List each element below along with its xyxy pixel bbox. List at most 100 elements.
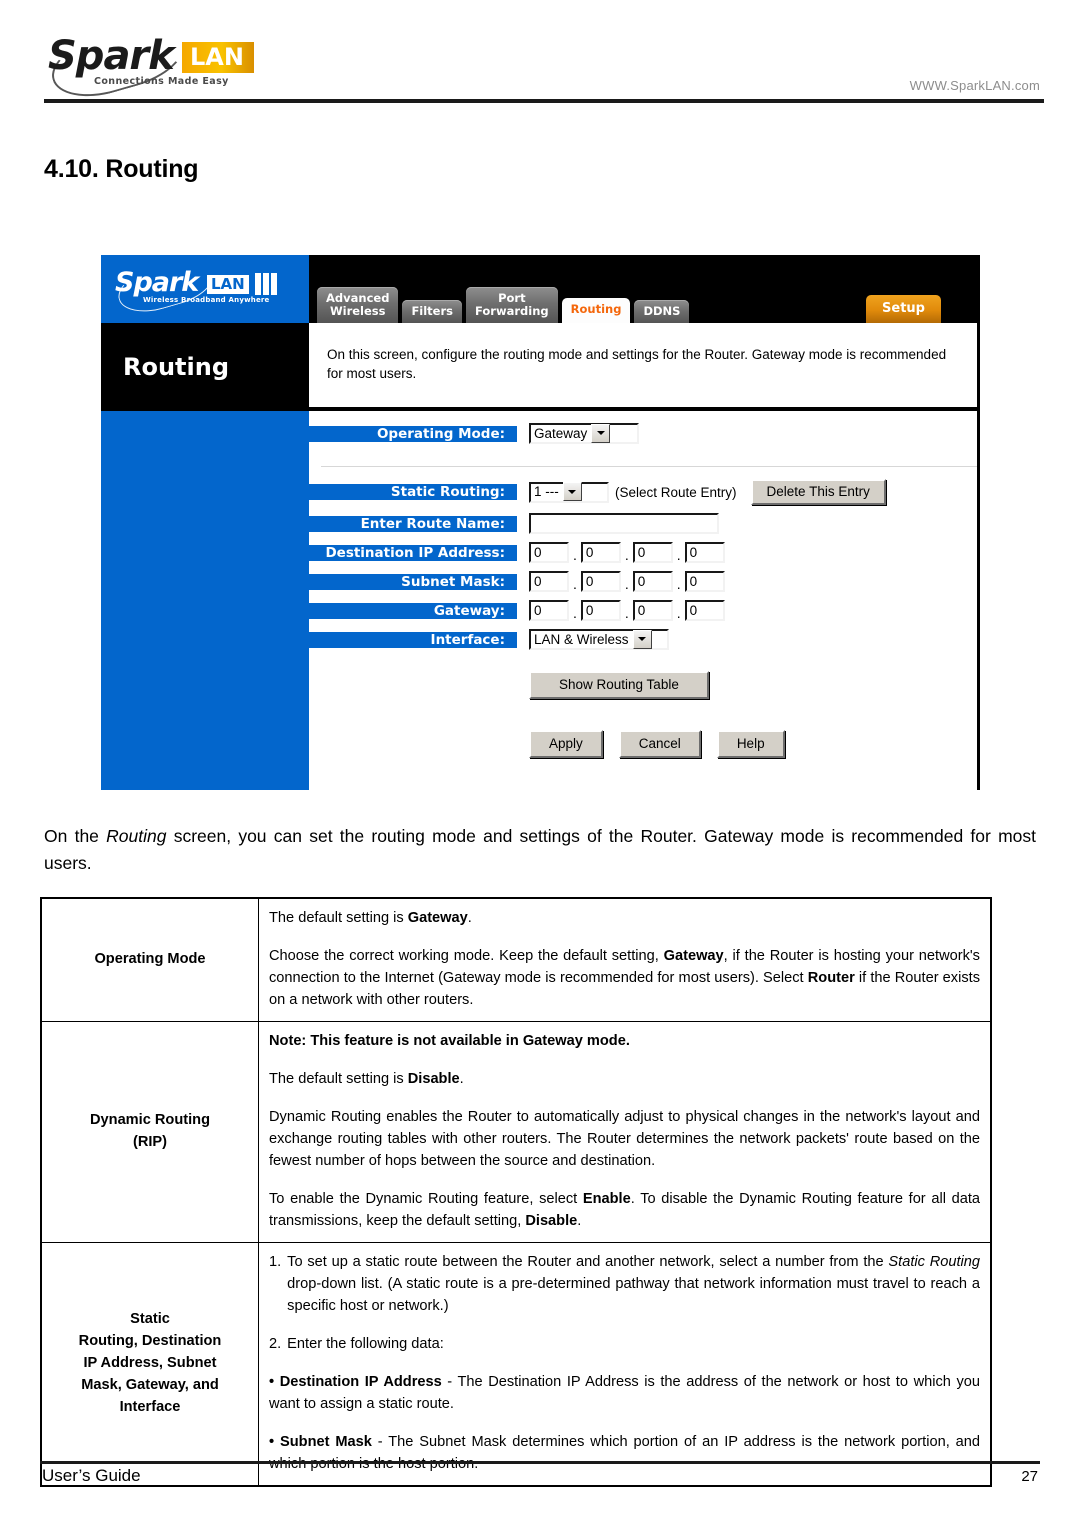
tab-advanced-wireless[interactable]: Advanced Wireless <box>317 287 399 323</box>
tab-routing[interactable]: Routing <box>561 297 631 323</box>
destination-ip-label: Destination IP Address: <box>309 544 517 561</box>
text-segment: Note: This feature is not available in G… <box>269 1033 630 1049</box>
tab-port-forwarding[interactable]: Port Forwarding <box>466 287 558 323</box>
row-operating-mode: Operating Mode: Gateway <box>309 423 977 444</box>
numbered-item: 1. To set up a static route between the R… <box>269 1251 980 1317</box>
term-static-routing: Static Routing, Destination IP Address, Su… <box>40 1242 259 1487</box>
router-page-description: On this screen, configure the routing mo… <box>309 323 977 411</box>
route-name-input[interactable] <box>529 513 719 534</box>
delete-this-entry-button[interactable]: Delete This Entry <box>750 479 886 505</box>
router-left-panel <box>101 411 309 790</box>
paragraph: Note: This feature is not available in G… <box>269 1030 980 1052</box>
item-number: 2. <box>269 1336 282 1352</box>
gateway-octet-2[interactable]: 0 <box>580 600 621 621</box>
chevron-down-icon[interactable] <box>632 629 652 649</box>
table-row: Static Routing, Destination IP Address, Su… <box>40 1242 992 1487</box>
router-logo-word: Spark <box>115 267 199 298</box>
help-button[interactable]: Help <box>716 730 785 758</box>
sparklan-logo: Spark LAN Connections Made Easy <box>44 14 268 108</box>
ip-dot: . <box>573 605 577 621</box>
subnet-mask-octet-2[interactable]: 0 <box>580 571 621 592</box>
destination-ip-octet-2[interactable]: 0 <box>580 542 621 563</box>
text-segment: The default setting is <box>269 910 408 926</box>
site-url: WWW.SparkLAN.com <box>909 78 1040 93</box>
text-segment: . <box>467 910 472 926</box>
numbered-item: 2. Enter the following data: <box>269 1333 980 1355</box>
desc-dynamic-routing: Note: This feature is not available in G… <box>258 1021 992 1243</box>
router-tabstrip: Advanced Wireless Filters Port Forwardin… <box>309 255 977 323</box>
footer-divider <box>40 1461 1040 1464</box>
action-buttons-row: Apply Cancel Help <box>309 730 977 758</box>
chevron-down-icon[interactable] <box>562 482 582 501</box>
text-segment: Disable <box>407 1071 460 1087</box>
page-title: 4.10. Routing <box>44 155 199 183</box>
text-segment: Disable <box>525 1213 578 1229</box>
apply-button[interactable]: Apply <box>529 730 603 758</box>
text-segment: Gateway <box>407 910 468 926</box>
text-segment: To enable the Dynamic Routing feature, s… <box>269 1191 583 1207</box>
interface-select[interactable]: LAN & Wireless <box>529 629 669 650</box>
lead-part-1: On the <box>44 826 107 846</box>
router-title-row: Routing On this screen, configure the ro… <box>101 323 977 411</box>
tab-ddns[interactable]: DDNS <box>634 299 690 323</box>
table-body: Operating Mode The default setting is Ga… <box>40 897 992 1487</box>
ip-dot: . <box>676 605 681 621</box>
text-segment: Choose the correct working mode. Keep th… <box>269 948 664 964</box>
text-segment: Subnet Mask <box>280 1434 372 1450</box>
item-text: To set up a static route between the Rou… <box>287 1251 980 1317</box>
route-name-control <box>517 513 719 534</box>
destination-ip-octet-3[interactable]: 0 <box>632 542 673 563</box>
row-route-name: Enter Route Name: <box>309 513 977 534</box>
ip-dot: . <box>624 547 629 563</box>
show-routing-table-button[interactable]: Show Routing Table <box>529 671 709 699</box>
router-admin-screenshot: Spark LAN Wireless Broadband Anywhere Ad… <box>101 252 980 790</box>
text-segment: Static Routing <box>888 1254 980 1270</box>
setup-button[interactable]: Setup <box>866 295 941 323</box>
subnet-mask-octet-3[interactable]: 0 <box>632 571 673 592</box>
static-routing-value: 1 --- <box>534 484 559 499</box>
tab-filters[interactable]: Filters <box>402 299 462 323</box>
row-destination-ip: Destination IP Address: 0 . 0 . 0 . 0 <box>309 542 977 563</box>
subnet-mask-group: 0 . 0 . 0 . 0 <box>529 571 725 592</box>
ip-dot: . <box>624 576 629 592</box>
paragraph: Choose the correct working mode. Keep th… <box>269 945 980 1011</box>
item-text: Enter the following data: <box>287 1333 980 1355</box>
term-operating-mode: Operating Mode <box>40 897 259 1022</box>
router-topbar: Spark LAN Wireless Broadband Anywhere Ad… <box>101 252 977 323</box>
row-static-routing: Static Routing: 1 --- (Select Route Entr… <box>309 479 977 505</box>
router-page-title: Routing <box>101 323 309 411</box>
static-routing-select[interactable]: 1 --- <box>529 481 609 503</box>
footer-page-number: 27 <box>1021 1468 1038 1485</box>
destination-ip-control: 0 . 0 . 0 . 0 <box>517 542 725 563</box>
text-segment: . <box>577 1213 582 1229</box>
row-interface: Interface: LAN & Wireless <box>309 629 977 650</box>
ip-dot: . <box>676 547 681 563</box>
gateway-octet-4[interactable]: 0 <box>684 600 725 621</box>
show-routing-table-row: Show Routing Table <box>309 671 977 699</box>
gateway-octet-3[interactable]: 0 <box>632 600 673 621</box>
lead-paragraph: On the Routing screen, you can set the r… <box>44 823 1036 877</box>
text-segment: . <box>459 1071 464 1087</box>
paragraph: To enable the Dynamic Routing feature, s… <box>269 1188 980 1232</box>
gateway-octet-1[interactable]: 0 <box>529 600 569 621</box>
router-sparklan-logo: Spark LAN Wireless Broadband Anywhere <box>113 252 305 320</box>
cancel-button[interactable]: Cancel <box>618 730 701 758</box>
text-segment: • <box>269 1434 281 1450</box>
bullet-item: • Destination IP Address - The Destinati… <box>269 1371 980 1415</box>
destination-ip-octet-4[interactable]: 0 <box>684 542 725 563</box>
item-number: 1. <box>269 1254 282 1270</box>
destination-ip-octet-1[interactable]: 0 <box>529 542 569 563</box>
paragraph: The default setting is Disable. <box>269 1068 980 1090</box>
static-routing-control: 1 --- (Select Route Entry) Delete This E… <box>517 479 886 505</box>
static-routing-label: Static Routing: <box>309 484 517 500</box>
ip-dot: . <box>676 576 681 592</box>
ip-dot: . <box>573 547 577 563</box>
router-form: Operating Mode: Gateway Static Routing: … <box>309 411 977 790</box>
router-form-body: Operating Mode: Gateway Static Routing: … <box>101 411 977 790</box>
subnet-mask-octet-4[interactable]: 0 <box>684 571 725 592</box>
chevron-down-icon[interactable] <box>591 423 611 443</box>
subnet-mask-octet-1[interactable]: 0 <box>529 571 569 592</box>
logo-word: Spark <box>48 33 175 79</box>
text-segment: Enter the following data: <box>287 1336 444 1352</box>
operating-mode-select[interactable]: Gateway <box>529 423 639 444</box>
